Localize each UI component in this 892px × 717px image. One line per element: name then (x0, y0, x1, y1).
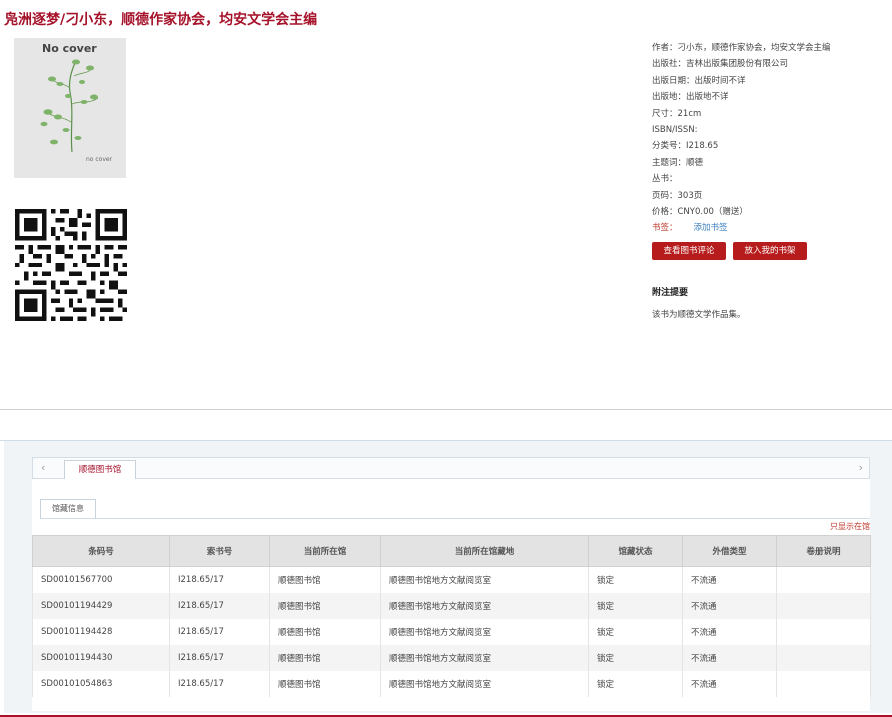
column-header-volume-note[interactable]: 卷册说明 (776, 535, 871, 567)
call-number-cell: I218.65/17 (169, 645, 270, 671)
call-number-cell: I218.65/17 (169, 619, 270, 645)
meta-size: 尺寸：21cm (652, 108, 702, 119)
status-cell: 锁定 (588, 671, 683, 697)
cover-label-bottom: no cover (86, 156, 113, 163)
column-header-library[interactable]: 当前所在馆 (269, 535, 381, 567)
book-title: 凫洲逐梦/刁小东，顺德作家协会，均安文学会主编 (4, 12, 318, 28)
location-cell: 顺德图书馆地方文献阅览室 (380, 566, 589, 593)
location-cell: 顺德图书馆地方文献阅览室 (380, 671, 589, 697)
loan-type-cell: 不流通 (682, 645, 777, 671)
table-header-row: 条码号 索书号 当前所在馆 当前所在馆藏地 馆藏状态 外借类型 卷册说明 (32, 535, 871, 567)
call-number-cell: I218.65/17 (169, 671, 270, 697)
loan-type-cell: 不流通 (682, 671, 777, 697)
meta-tags-row: 书签： 添加书签 (652, 220, 884, 236)
notes-body: 该书为顺德文学作品集。 (652, 310, 746, 320)
meta-price: 价格：CNY0.00（赠送） (652, 206, 748, 217)
subtab-divider (40, 518, 870, 519)
library-cell: 顺德图书馆 (269, 566, 381, 593)
volume-note-cell (776, 566, 871, 593)
meta-series: 丛书： (652, 174, 678, 185)
table-row: SD00101567700 I218.65/17 顺德图书馆 顺德图书馆地方文献… (32, 566, 871, 593)
status-cell: 锁定 (588, 566, 683, 593)
holdings-content: 馆藏信息 只显示在馆 条码号 索书号 当前所在馆 当前所在馆藏地 馆藏状态 外借… (32, 479, 871, 711)
column-header-status[interactable]: 馆藏状态 (588, 535, 683, 567)
add-tag-link[interactable]: 添加书签 (694, 223, 728, 233)
table-row: SD00101194429 I218.65/17 顺德图书馆 顺德图书馆地方文献… (32, 593, 871, 619)
meta-isbn: ISBN/ISSN: (652, 124, 698, 135)
barcode-cell: SD00101567700 (32, 566, 170, 593)
barcode-cell: SD00101194428 (32, 619, 170, 645)
location-cell: 顺德图书馆地方文献阅览室 (380, 645, 589, 671)
qr-code-icon (15, 209, 127, 321)
volume-note-cell (776, 619, 871, 645)
location-cell: 顺德图书馆地方文献阅览室 (380, 593, 589, 619)
only-in-library-link[interactable]: 只显示在馆 (830, 521, 870, 532)
tags-label: 书签： (652, 223, 678, 234)
section-divider (0, 409, 892, 410)
plant-illustration (40, 59, 99, 153)
add-to-shelf-button[interactable]: 放入我的书架 (733, 242, 807, 260)
barcode-cell: SD00101194429 (32, 593, 170, 619)
loan-type-cell: 不流通 (682, 593, 777, 619)
library-cell: 顺德图书馆 (269, 671, 381, 697)
table-row: SD00101054863 I218.65/17 顺德图书馆 顺德图书馆地方文献… (32, 671, 871, 697)
volume-note-cell (776, 593, 871, 619)
book-cover-image: No cover no cover (14, 38, 126, 178)
column-header-loan-type[interactable]: 外借类型 (682, 535, 777, 567)
library-tab-bar: ‹ 顺德图书馆 › (32, 457, 870, 479)
status-cell: 锁定 (588, 645, 683, 671)
column-header-barcode[interactable]: 条码号 (32, 535, 170, 567)
library-cell: 顺德图书馆 (269, 593, 381, 619)
book-metadata: 作者：刁小东，顺德作家协会，均安文学会主编 出版社：吉林出版集团股份有限公司 出… (652, 40, 884, 237)
column-header-location[interactable]: 当前所在馆藏地 (380, 535, 589, 567)
table-row: SD00101194430 I218.65/17 顺德图书馆 顺德图书馆地方文献… (32, 645, 871, 671)
volume-note-cell (776, 671, 871, 697)
meta-pub-place: 出版地：出版地不详 (652, 92, 729, 103)
meta-pages: 页码：303页 (652, 190, 703, 201)
call-number-cell: I218.65/17 (169, 593, 270, 619)
meta-publisher: 出版社：吉林出版集团股份有限公司 (652, 59, 789, 70)
library-cell: 顺德图书馆 (269, 645, 381, 671)
status-cell: 锁定 (588, 619, 683, 645)
tab-shunde-library[interactable]: 顺德图书馆 (64, 460, 136, 479)
meta-classification: 分类号：I218.65 (652, 141, 719, 152)
meta-subject: 主题词：顺德 (652, 157, 704, 168)
status-cell: 锁定 (588, 593, 683, 619)
location-cell: 顺德图书馆地方文献阅览室 (380, 619, 589, 645)
loan-type-cell: 不流通 (682, 566, 777, 593)
notes-heading: 附注提要 (652, 288, 689, 298)
call-number-cell: I218.65/17 (169, 566, 270, 593)
meta-author: 作者：刁小东，顺德作家协会，均安文学会主编 (652, 43, 831, 53)
barcode-cell: SD00101194430 (32, 645, 170, 671)
table-row: SD00101194428 I218.65/17 顺德图书馆 顺德图书馆地方文献… (32, 619, 871, 645)
column-header-call-number[interactable]: 索书号 (169, 535, 270, 567)
barcode-cell: SD00101054863 (32, 671, 170, 697)
meta-pub-date: 出版日期：出版时间不详 (652, 75, 746, 86)
holdings-table: 条码号 索书号 当前所在馆 当前所在馆藏地 馆藏状态 外借类型 卷册说明 SD0… (32, 535, 871, 697)
chevron-left-icon[interactable]: ‹ (41, 461, 45, 474)
view-reviews-button[interactable]: 查看图书评论 (652, 242, 726, 260)
chevron-right-icon[interactable]: › (859, 461, 863, 474)
tab-holdings-info[interactable]: 馆藏信息 (40, 499, 96, 518)
loan-type-cell: 不流通 (682, 619, 777, 645)
library-cell: 顺德图书馆 (269, 619, 381, 645)
volume-note-cell (776, 645, 871, 671)
